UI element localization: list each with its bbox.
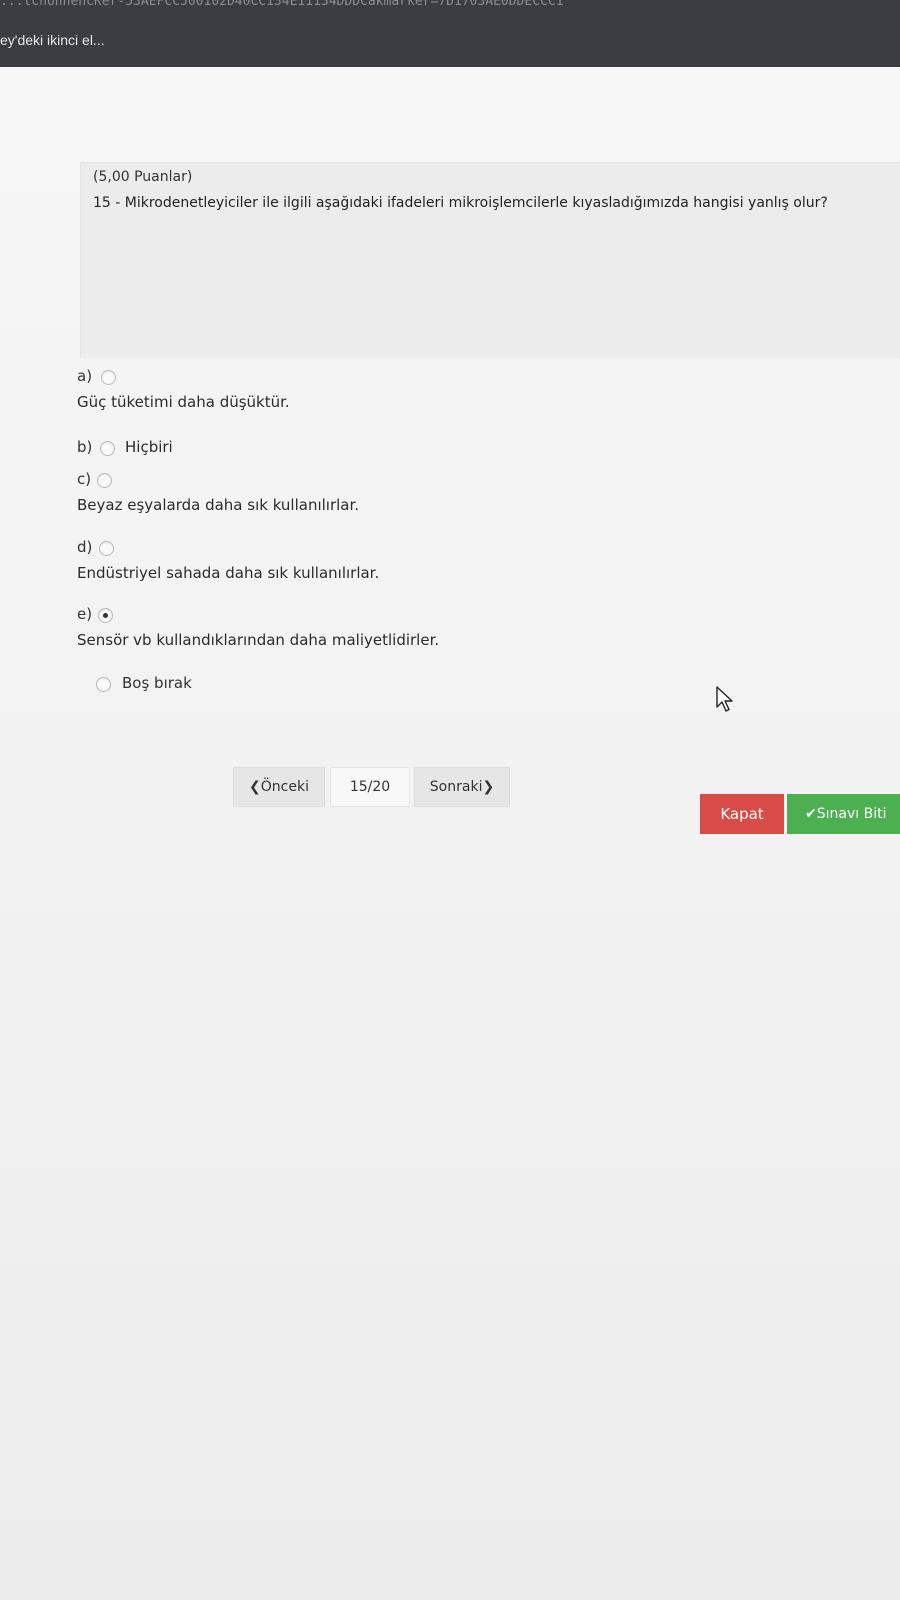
option-a-radio[interactable] xyxy=(101,370,116,385)
next-button[interactable]: Sonraki❯ xyxy=(414,767,510,807)
chevron-right-icon: ❯ xyxy=(482,779,495,795)
exam-page: (5,00 Puanlar) 15 - Mikrodenetleyiciler … xyxy=(0,67,900,1600)
leave-blank-radio[interactable] xyxy=(96,677,111,692)
option-text: Endüstriyel sahada daha sık kullanılırla… xyxy=(77,564,380,582)
mouse-pointer-icon xyxy=(716,686,733,712)
finish-label: Sınavı Biti xyxy=(816,806,887,822)
previous-label: Önceki xyxy=(260,779,309,795)
option-letter: e) xyxy=(77,605,93,623)
leave-blank-text: Boş bırak xyxy=(122,674,192,692)
close-button[interactable]: Kapat xyxy=(700,794,784,834)
check-icon: ✔ xyxy=(805,806,817,822)
option-e-radio[interactable] xyxy=(98,608,113,623)
question-text: 15 - Mikrodenetleyiciler ile ilgili aşağ… xyxy=(93,195,828,211)
url-bar[interactable]: ...tcnonnencKer-53AEFCC500102D40CC134E11… xyxy=(0,0,900,14)
finish-exam-button[interactable]: ✔Sınavı Biti xyxy=(787,794,900,834)
option-text: Hiçbiri xyxy=(125,438,173,456)
question-points: (5,00 Puanlar) xyxy=(93,169,193,185)
chevron-left-icon: ❮ xyxy=(249,779,261,795)
page-indicator: 15/20 xyxy=(330,767,410,807)
option-b-radio[interactable] xyxy=(100,441,115,456)
option-letter: b) xyxy=(77,438,93,456)
option-d-radio[interactable] xyxy=(99,541,114,556)
option-text: Güç tüketimi daha düşüktür. xyxy=(77,393,290,411)
option-text: Beyaz eşyalarda daha sık kullanılırlar. xyxy=(77,496,360,514)
option-letter: d) xyxy=(77,538,93,556)
browser-tab-title[interactable]: ey'deki ikinci el... xyxy=(0,32,105,48)
previous-button[interactable]: ❮Önceki xyxy=(233,767,325,807)
option-text: Sensör vb kullandıklarından daha maliyet… xyxy=(77,631,440,649)
next-label: Sonraki xyxy=(429,779,483,795)
browser-toolbar: ...tcnonnencKer-53AEFCC500102D40CC134E11… xyxy=(0,0,900,67)
option-letter: a) xyxy=(77,367,93,385)
option-letter: c) xyxy=(77,470,92,488)
question-panel: (5,00 Puanlar) 15 - Mikrodenetleyiciler … xyxy=(80,162,900,358)
option-c-radio[interactable] xyxy=(97,473,112,488)
